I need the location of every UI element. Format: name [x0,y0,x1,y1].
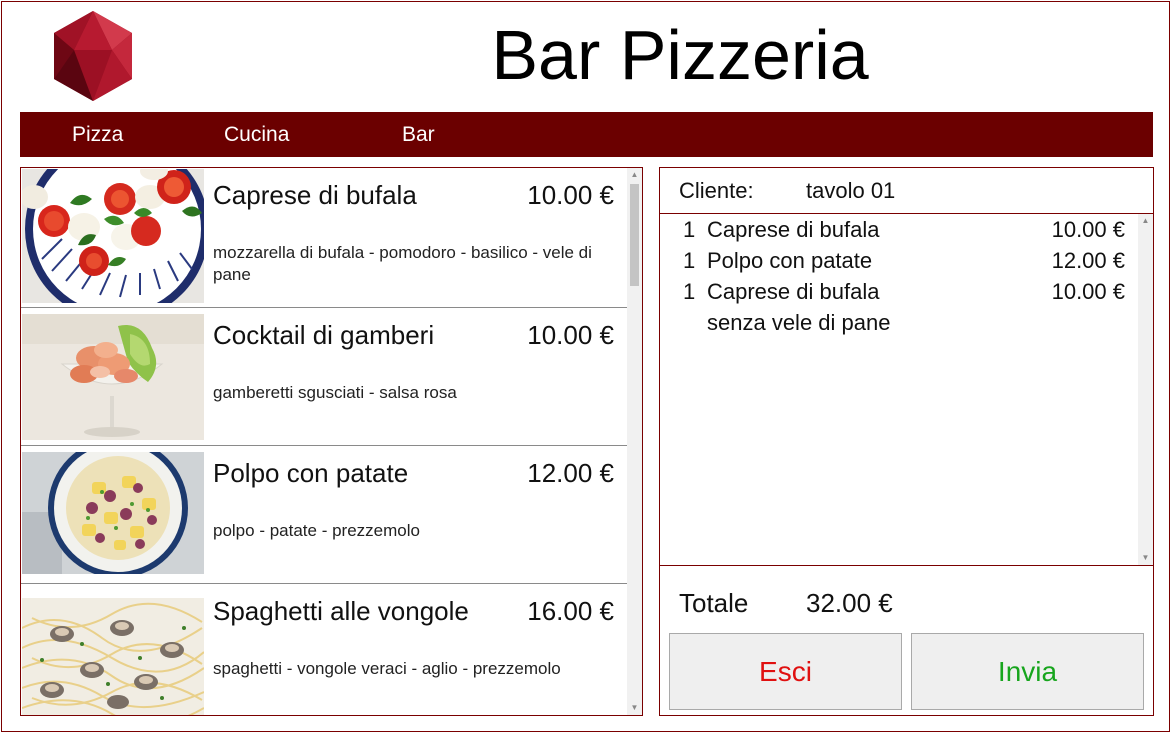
order-line[interactable]: 1 Polpo con patate 12.00 € [660,245,1138,275]
menu-item[interactable]: Polpo con patate 12.00 € polpo - patate … [21,446,627,584]
item-description: polpo - patate - prezzemolo [213,521,420,540]
order-line-price: 10.00 € [1051,217,1125,242]
item-name: Polpo con patate [213,458,409,488]
order-line-qty: 1 [683,248,696,273]
client-row: Cliente: tavolo 01 [660,168,1153,214]
spaghetti-clams-photo [22,598,204,715]
order-list: 1 Caprese di bufala 10.00 € 1 Polpo con … [660,214,1153,566]
item-description: spaghetti - vongole veraci - aglio - pre… [213,659,561,678]
item-name: Spaghetti alle vongole [213,596,469,626]
exit-button[interactable]: Esci [669,633,902,710]
item-description: gamberetti sgusciati - salsa rosa [213,383,457,402]
order-line-name: Caprese di bufala [707,217,880,242]
order-scrollbar[interactable]: ▲ ▼ [1138,214,1153,565]
item-name: Caprese di bufala [213,180,417,210]
item-price: 12.00 € [527,458,614,488]
menu-item[interactable]: Cocktail di gamberi 10.00 € gamberetti s… [21,308,627,446]
order-line-price: 12.00 € [1051,248,1125,273]
caprese-photo [22,169,204,303]
item-name: Cocktail di gamberi [213,320,435,350]
order-line-note: senza vele di pane [707,310,891,335]
nav-item-cucina[interactable]: Cucina [224,112,289,157]
order-line-price: 10.00 € [1051,279,1125,304]
order-line-qty: 1 [683,217,696,242]
total-label: Totale [679,588,749,618]
nav-item-pizza[interactable]: Pizza [72,112,123,157]
order-line-name: Caprese di bufala [707,279,880,304]
scroll-up-icon[interactable]: ▲ [627,168,642,182]
logo-icon [52,10,134,102]
nav-item-bar[interactable]: Bar [402,112,435,157]
shrimp-cocktail-photo [22,314,204,440]
client-label: Cliente: [679,178,754,203]
order-line[interactable]: 1 Caprese di bufala 10.00 € [660,276,1138,306]
octopus-potato-photo [22,452,204,574]
menu-item[interactable]: Caprese di bufala 10.00 € mozzarella di … [21,168,627,308]
order-line-qty: 1 [683,279,696,304]
scroll-up-icon[interactable]: ▲ [1138,214,1153,228]
menu-panel: Caprese di bufala 10.00 € mozzarella di … [20,167,643,716]
menu-scrollbar[interactable]: ▲ ▼ [627,168,642,715]
menu-item[interactable]: Spaghetti alle vongole 16.00 € spaghetti… [21,584,627,715]
app-title: Bar Pizzeria [491,16,869,94]
category-nav: Pizza Cucina Bar [20,112,1153,157]
item-description: mozzarella di bufala - pomodoro - basili… [213,243,592,284]
menu-list: Caprese di bufala 10.00 € mozzarella di … [21,168,627,715]
client-value: tavolo 01 [806,178,896,203]
total-value: 32.00 € [806,588,893,618]
item-price: 10.00 € [527,320,614,350]
item-price: 10.00 € [527,180,614,210]
order-panel: Cliente: tavolo 01 1 Caprese di bufala 1… [659,167,1154,716]
order-line-name: Polpo con patate [707,248,873,273]
order-line[interactable]: 1 Caprese di bufala 10.00 € [660,214,1138,244]
scroll-down-icon[interactable]: ▼ [1138,551,1153,565]
item-price: 16.00 € [527,596,614,626]
send-button[interactable]: Invia [911,633,1144,710]
scroll-down-icon[interactable]: ▼ [627,701,642,715]
menu-scroll-thumb[interactable] [630,184,639,286]
